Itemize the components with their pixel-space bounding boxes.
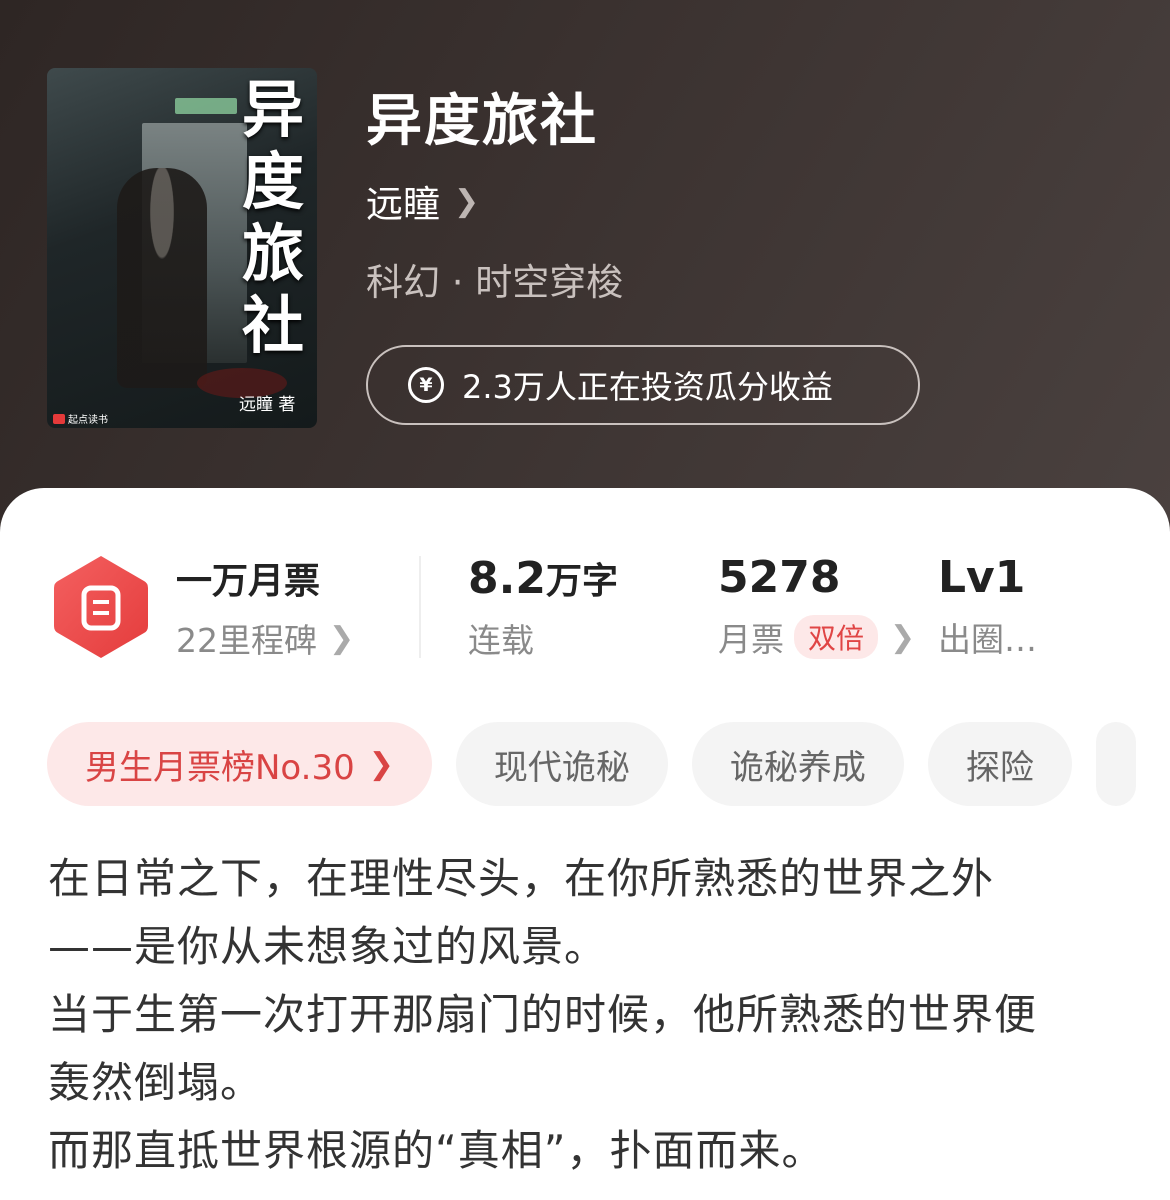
milestone-sub: 22里程碑 bbox=[176, 621, 317, 660]
cover-title: 异度旅社 bbox=[241, 73, 304, 362]
book-genre: 科幻 · 时空穿梭 bbox=[366, 261, 624, 304]
author-link[interactable]: 远瞳 ❯ bbox=[366, 174, 479, 228]
cover-publisher: 起点读书 bbox=[53, 411, 108, 426]
double-badge: 双倍 bbox=[794, 615, 879, 659]
monthly-ticket-value: 5278 bbox=[718, 552, 841, 603]
tag-row: 男生月票榜No.30 ❯ 现代诡秘 诡秘养成 探险 bbox=[47, 722, 1136, 806]
word-count-unit: 万字 bbox=[545, 561, 618, 602]
publisher-logo-icon bbox=[53, 413, 65, 424]
stat-divider bbox=[419, 556, 421, 658]
tag-mystery-raising[interactable]: 诡秘养成 bbox=[691, 722, 904, 806]
description-line: 在日常之下，在理性尽头，在你所熟悉的世界之外 bbox=[48, 854, 995, 903]
tag-adventure[interactable]: 探险 bbox=[927, 722, 1072, 806]
monthly-ticket-badge-icon[interactable] bbox=[52, 554, 150, 664]
yen-coin-icon: ¥ bbox=[408, 367, 444, 403]
chevron-right-icon: ❯ bbox=[329, 620, 355, 656]
book-cover[interactable]: 异度旅社 远瞳 著 起点读书 bbox=[47, 68, 317, 428]
book-title: 异度旅社 bbox=[366, 89, 598, 154]
description-line: 轰然倒塌。 bbox=[48, 1058, 264, 1107]
exit-sign bbox=[175, 98, 237, 114]
tag-modern-mystery[interactable]: 现代诡秘 bbox=[455, 722, 668, 806]
serial-status: 连载 bbox=[468, 621, 534, 660]
book-description[interactable]: 在日常之下，在理性尽头，在你所熟悉的世界之外 ——是你从未想象过的风景。 当于生… bbox=[48, 845, 1128, 1185]
level-stat[interactable]: Lv1 出圈… bbox=[938, 552, 1037, 661]
invest-label: 2.3万人正在投资瓜分收益 bbox=[462, 368, 833, 406]
cover-figure bbox=[117, 168, 207, 388]
description-line: 而那直抵世界根源的“真相”，扑面而来。 bbox=[48, 1126, 825, 1175]
milestone-title: 一万月票 bbox=[176, 561, 321, 602]
author-name: 远瞳 bbox=[366, 183, 440, 226]
word-count-stat: 8.2万字 连载 bbox=[468, 552, 618, 662]
description-line: 当于生第一次打开那扇门的时候，他所熟悉的世界便 bbox=[48, 990, 1038, 1039]
monthly-ticket-label: 月票 bbox=[718, 620, 784, 659]
monthly-ticket-stat[interactable]: 5278 月票 双倍 ❯ bbox=[718, 552, 915, 661]
cover-author: 远瞳 著 bbox=[239, 395, 296, 415]
level-value: Lv1 bbox=[938, 552, 1026, 603]
chevron-right-icon: ❯ bbox=[368, 746, 394, 782]
chevron-right-icon: ❯ bbox=[890, 619, 916, 655]
tag-rank[interactable]: 男生月票榜No.30 ❯ bbox=[47, 722, 432, 806]
tag-more[interactable] bbox=[1095, 722, 1136, 806]
invest-button[interactable]: ¥ 2.3万人正在投资瓜分收益 bbox=[366, 345, 920, 425]
level-label: 出圈… bbox=[938, 620, 1037, 659]
word-count-value: 8.2 bbox=[468, 553, 546, 604]
chevron-right-icon: ❯ bbox=[454, 183, 480, 219]
milestone-stat[interactable]: 一万月票 22里程碑 ❯ bbox=[176, 552, 354, 662]
description-line: ——是你从未想象过的风景。 bbox=[48, 922, 608, 971]
